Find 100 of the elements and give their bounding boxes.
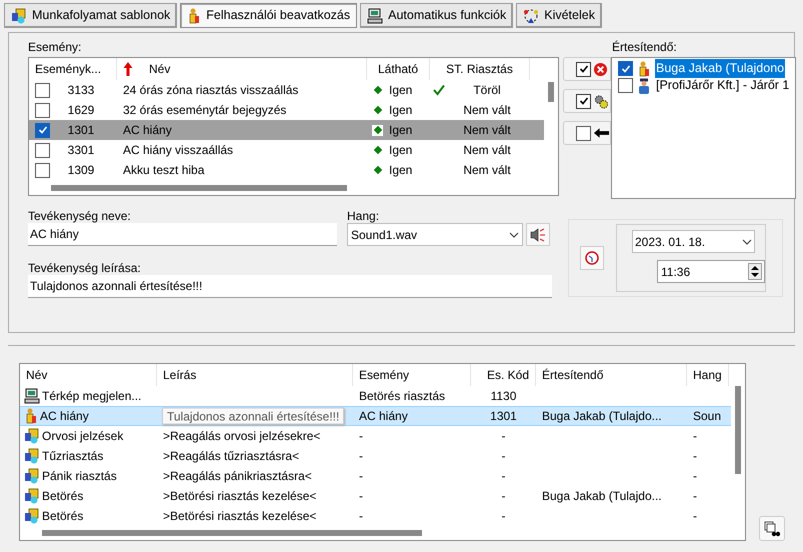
checkbox[interactable] xyxy=(618,61,633,76)
field-label: Tevékenység leírása: xyxy=(28,260,142,275)
table-cell: >Reagálás pánikriasztásra< xyxy=(163,469,312,483)
column-header[interactable]: Értesítendő xyxy=(536,364,687,386)
table-cell-text: Töröl xyxy=(472,82,502,99)
table-cell: - xyxy=(502,449,506,463)
table-cell-text: AC hiány xyxy=(122,122,173,139)
tab[interactable]: Felhasználói beavatkozás xyxy=(180,3,358,28)
column-header[interactable]: Esemény xyxy=(353,364,471,386)
table-cell: - xyxy=(359,489,363,503)
table-row[interactable]: Orvosi jelzések >Reagálás orvosi jelzésekre< - - - xyxy=(20,426,732,446)
checkbox[interactable] xyxy=(576,126,591,140)
date-picker[interactable]: 2023. 01. 18. xyxy=(632,230,755,253)
checkbox[interactable] xyxy=(618,78,633,93)
workflow-icon xyxy=(24,508,40,524)
description-field[interactable]: Tulajdonos azonnali értesítése!!! xyxy=(28,275,552,298)
person-icon xyxy=(637,60,651,76)
table-row[interactable]: 1301 AC hiány Igen Nem vált xyxy=(29,120,544,140)
gears-icon xyxy=(593,94,609,108)
field-label: Hang: xyxy=(347,208,380,223)
table-row[interactable]: Tűzriasztás >Reagálás tűzriasztásra< - - - xyxy=(20,446,732,466)
table-cell: - xyxy=(502,509,506,523)
horizontal-scrollbar[interactable] xyxy=(51,184,347,190)
toggle-button[interactable] xyxy=(563,89,611,113)
check-icon xyxy=(38,125,48,135)
column-header[interactable]: Es. Kód xyxy=(471,364,536,386)
table-row[interactable]: 1309 Akku teszt hiba Igen Nem vált xyxy=(29,160,544,180)
binoculars-icon xyxy=(764,520,780,536)
table-row[interactable]: Pánik riasztás >Reagálás pánikriasztásra< - - - xyxy=(20,466,732,486)
time-spinner[interactable]: 11:36 xyxy=(657,260,765,283)
table-cell: - xyxy=(693,509,697,523)
table-row[interactable]: Betörés >Betörési riasztás kezelése< - - Buga Jakab (Tulajdo... - xyxy=(20,486,732,506)
workflow-icon xyxy=(24,468,40,484)
table-cell: Soun xyxy=(693,409,722,423)
table-cell: - xyxy=(359,509,363,523)
table-row[interactable]: 3301 AC hiány visszaállás Igen Nem vált xyxy=(29,140,544,160)
horizontal-scrollbar[interactable] xyxy=(42,530,422,536)
check-icon xyxy=(578,96,588,106)
vertical-scrollbar[interactable] xyxy=(735,386,741,474)
table-row[interactable]: Térkép megjelen... Betörés riasztás 1130 xyxy=(20,386,732,406)
table-cell: - xyxy=(693,449,697,463)
check-icon xyxy=(578,64,588,74)
name-field[interactable]: AC hiány xyxy=(28,223,337,246)
tab[interactable]: Automatikus funkciók xyxy=(360,3,514,28)
table-cell: - xyxy=(693,429,697,443)
table-cell-text: Igen xyxy=(389,122,412,139)
table-cell-text: Nem vált xyxy=(462,162,512,179)
checkbox[interactable] xyxy=(35,162,50,178)
column-header[interactable]: Hang xyxy=(687,364,729,386)
column-header[interactable]: Leírás xyxy=(157,364,353,386)
table-cell-text: 1301 xyxy=(66,122,96,139)
checkbox[interactable] xyxy=(35,142,50,158)
table-cell: >Reagálás tűzriasztásra< xyxy=(163,449,300,463)
table-cell-text: Nem vált xyxy=(462,142,512,159)
person-icon xyxy=(187,8,202,24)
column-header[interactable]: Név xyxy=(117,58,367,80)
chevron-down-icon xyxy=(742,238,752,244)
find-button[interactable] xyxy=(759,516,785,541)
table-cell: - xyxy=(693,489,697,503)
table-cell-text: Térkép megjelen... xyxy=(42,388,142,405)
table-cell: - xyxy=(693,469,697,483)
clock-button[interactable] xyxy=(580,246,604,270)
table-row[interactable]: 1629 32 órás eseménytár bejegyzés Igen Nem vált xyxy=(29,100,544,120)
vertical-scrollbar[interactable] xyxy=(548,82,554,102)
column-header[interactable]: Eseményk... xyxy=(29,58,117,80)
table-cell: - xyxy=(359,429,363,443)
tab[interactable]: Kivételek xyxy=(516,3,602,28)
table-cell: - xyxy=(502,489,506,503)
table-cell: AC hiány xyxy=(359,409,408,423)
table-row[interactable]: Betörés >Betörési riasztás kezelése< - - - xyxy=(20,506,732,526)
workflow-icon xyxy=(24,488,40,504)
table-cell: Buga Jakab (Tulajdo... xyxy=(542,409,662,423)
sound-dropdown[interactable]: Sound1.wav xyxy=(347,223,523,246)
left-arrow-icon xyxy=(593,127,610,139)
checkbox[interactable] xyxy=(35,82,50,98)
table-row[interactable]: AC hiány Tulajdonos azonnali értesítése!!! AC hiány 1301 Buga Jakab (Tulajdo... Soun xyxy=(20,406,732,426)
column-header[interactable]: Név xyxy=(20,364,157,386)
checkbox[interactable] xyxy=(35,102,50,118)
table-cell-text: AC hiány xyxy=(40,408,89,425)
tab[interactable]: Munkafolyamat sablonok xyxy=(4,3,178,28)
table-cell-text: 1309 xyxy=(66,162,96,179)
checkbox[interactable] xyxy=(576,62,591,76)
table-cell-text: Orvosi jelzések xyxy=(42,428,124,445)
recipient-item[interactable]: [ProfiJárőr Kft.] - Járőr 1 xyxy=(655,76,790,95)
table-row[interactable]: 3133 24 órás zóna riasztás visszaállás Igen Töröl xyxy=(29,80,544,100)
checkbox[interactable] xyxy=(576,94,591,108)
checkbox[interactable] xyxy=(35,122,50,138)
tooltip: Tulajdonos azonnali értesítése!!! xyxy=(162,408,344,424)
table-cell-text: 24 órás zóna riasztás visszaállás xyxy=(122,82,300,99)
check-icon xyxy=(620,64,630,74)
table-cell-text: Nem vált xyxy=(462,102,512,119)
table-cell: - xyxy=(502,429,506,443)
speaker-button[interactable] xyxy=(526,223,550,246)
column-header[interactable]: Látható xyxy=(367,58,430,80)
toggle-button[interactable] xyxy=(563,57,611,81)
column-header[interactable]: ST. Riasztás xyxy=(430,58,530,80)
toggle-button[interactable] xyxy=(563,121,611,145)
table-cell: - xyxy=(502,469,506,483)
recipient-item[interactable]: Buga Jakab (Tulajdono xyxy=(655,59,786,78)
table-cell: 1301 xyxy=(490,409,517,423)
